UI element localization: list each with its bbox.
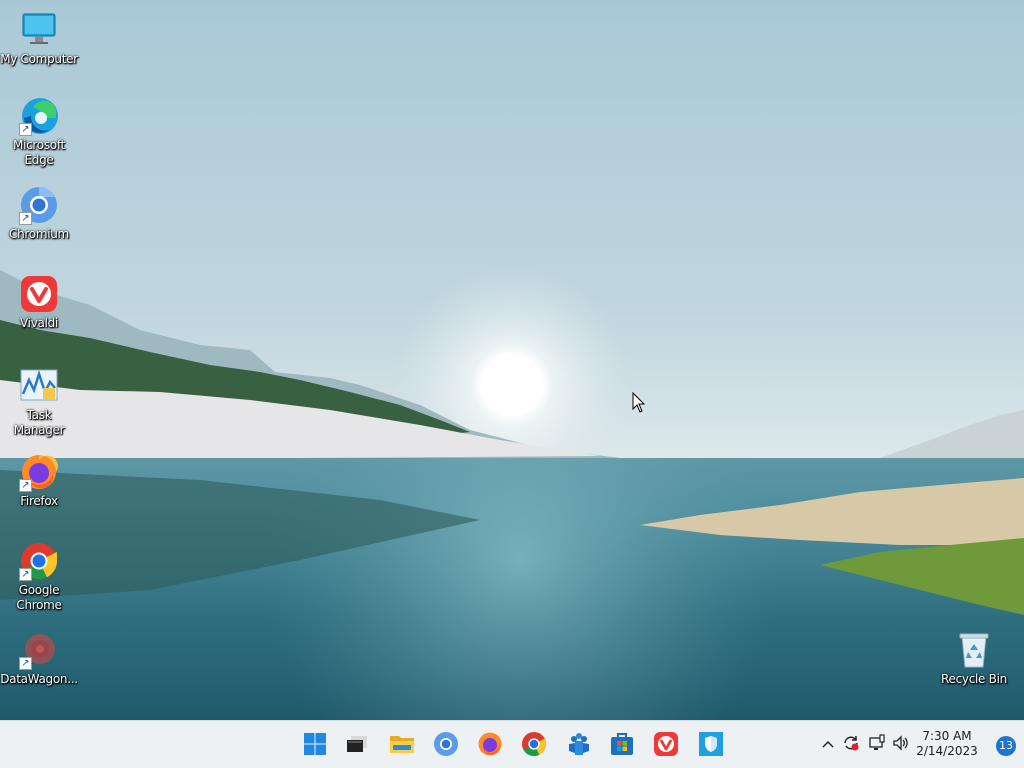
taskbar-chrome-button[interactable] xyxy=(519,729,549,759)
desktop-icon-chromium[interactable]: ↗ Chromium xyxy=(0,185,78,242)
chrome-icon: ↗ xyxy=(19,541,59,581)
chromium-icon: ↗ xyxy=(19,185,59,225)
desktop-icon-recycle-bin[interactable]: Recycle Bin xyxy=(935,630,1013,687)
taskbar-vivaldi-button[interactable] xyxy=(651,729,681,759)
desktop-icon-label: Firefox xyxy=(20,494,58,508)
firefox-icon xyxy=(478,732,502,756)
terminal-icon xyxy=(347,736,367,752)
vivaldi-icon xyxy=(654,732,678,756)
firefox-icon: ↗ xyxy=(19,452,59,492)
desktop-icon-firefox[interactable]: ↗ Firefox xyxy=(0,452,78,509)
taskbar: 7:30 AM 2/14/2023 13 xyxy=(0,720,1024,768)
vivaldi-icon xyxy=(19,274,59,314)
desktop-icon-label: Vivaldi xyxy=(20,316,58,330)
desktop-icon-microsoft-edge[interactable]: ↗ Microsoft Edge xyxy=(0,96,78,168)
taskbar-clock[interactable]: 7:30 AM 2/14/2023 xyxy=(912,729,982,759)
taskbar-start-button[interactable] xyxy=(300,729,330,759)
notification-badge[interactable]: 13 xyxy=(996,736,1016,756)
volume-icon[interactable] xyxy=(890,734,912,757)
taskbar-file-explorer-button[interactable] xyxy=(387,729,417,759)
teams-icon xyxy=(569,733,589,755)
defender-icon xyxy=(699,732,723,756)
monitor-icon xyxy=(19,10,59,50)
desktop-icon-my-computer[interactable]: My Computer xyxy=(0,10,78,67)
start-icon xyxy=(304,733,326,755)
chromium-icon xyxy=(434,732,458,756)
shortcut-arrow-icon: ↗ xyxy=(19,657,32,670)
system-tray xyxy=(818,733,912,757)
taskbar-chromium-button[interactable] xyxy=(431,729,461,759)
shortcut-arrow-icon: ↗ xyxy=(19,212,32,225)
desktop-icon-label: Task Manager xyxy=(13,408,65,437)
store-icon xyxy=(611,733,633,755)
taskbar-teams-button[interactable] xyxy=(564,729,594,759)
taskbar-defender-button[interactable] xyxy=(696,729,726,759)
desktop-icon-label: Google Chrome xyxy=(16,583,62,612)
desktop-icon-label: DataWagon... xyxy=(0,672,78,686)
task-manager-icon xyxy=(19,366,59,406)
edge-icon: ↗ xyxy=(19,96,59,136)
sync-alert-icon[interactable] xyxy=(838,734,864,757)
chevron-up-icon[interactable] xyxy=(818,736,838,754)
clock-date: 2/14/2023 xyxy=(916,744,978,758)
wallpaper-landscape xyxy=(0,0,1024,720)
desktop-icon-label: Chromium xyxy=(9,227,69,241)
shortcut-arrow-icon: ↗ xyxy=(19,479,32,492)
datawagon-icon: ↗ xyxy=(19,630,59,670)
shortcut-arrow-icon: ↗ xyxy=(19,568,32,581)
file-explorer-icon xyxy=(390,736,414,753)
desktop-icon-task-manager[interactable]: Task Manager xyxy=(0,366,78,438)
desktop-icon-label: Microsoft Edge xyxy=(13,138,65,167)
clock-time: 7:30 AM xyxy=(922,729,972,743)
desktop[interactable]: My Computer ↗ Microsoft Edge ↗ Chromium xyxy=(0,0,1024,720)
taskbar-terminal-button[interactable] xyxy=(342,729,372,759)
shortcut-arrow-icon: ↗ xyxy=(19,123,32,136)
network-icon[interactable] xyxy=(864,733,890,757)
recycle-bin-icon xyxy=(954,630,994,670)
mouse-cursor-icon xyxy=(632,392,646,413)
desktop-icon-google-chrome[interactable]: ↗ Google Chrome xyxy=(0,541,78,613)
desktop-icon-datawagon[interactable]: ↗ DataWagon... xyxy=(0,630,78,687)
desktop-icon-label: My Computer xyxy=(0,52,78,66)
taskbar-firefox-button[interactable] xyxy=(475,729,505,759)
chrome-icon xyxy=(522,732,547,757)
desktop-icon-label: Recycle Bin xyxy=(941,672,1007,686)
desktop-icon-vivaldi[interactable]: Vivaldi xyxy=(0,274,78,331)
taskbar-store-button[interactable] xyxy=(607,729,637,759)
